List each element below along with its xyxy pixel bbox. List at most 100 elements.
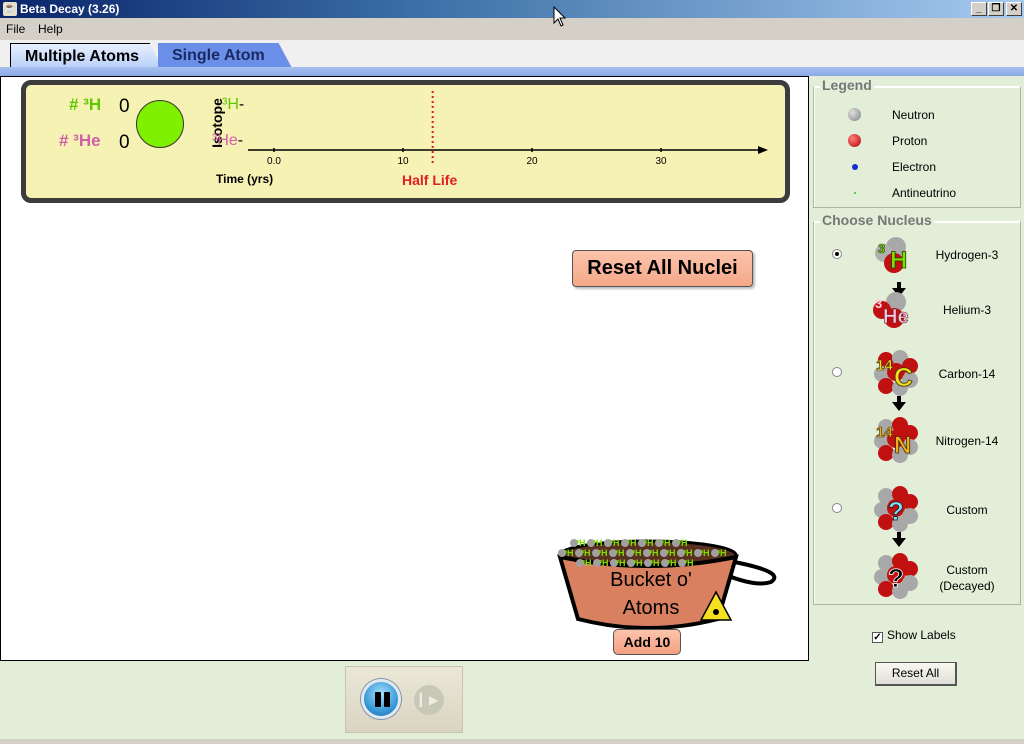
custom-decayed-nucleus-icon: ? <box>874 553 918 599</box>
nucleus-label-helium-3: Helium-3 <box>942 303 991 317</box>
reset-all-button[interactable]: Reset All <box>875 662 957 686</box>
choose-nucleus-group: Choose Nucleus 3 H Hydrogen-3 3 He Heliu… <box>813 212 1021 605</box>
step-forward-icon: ▎▶ <box>419 693 439 707</box>
bucket-atom-label: ³H <box>683 548 693 558</box>
bucket-atom-label: ³H <box>598 548 608 558</box>
nitrogen-14-nucleus-icon: 14 N <box>874 417 918 463</box>
svg-text:14: 14 <box>876 424 893 441</box>
control-panel: Legend Neutron Proton Electron Antineutr… <box>810 76 1024 741</box>
bucket-atom-label: ³H <box>700 548 710 558</box>
bucket-label: Bucket o' Atoms <box>591 566 711 622</box>
bucket-atom-label: ³H <box>593 538 603 548</box>
nucleus-label-custom-decayed: Custom (Decayed) <box>922 562 1012 594</box>
antineutrino-icon <box>854 192 856 194</box>
window-title-bar: ☕ Beta Decay (3.26) _ ❐ ✕ <box>0 0 1024 18</box>
pause-button[interactable] <box>361 679 401 719</box>
legend-title: Legend <box>820 77 874 93</box>
custom-nucleus-icon: ? <box>874 486 918 532</box>
neutron-icon <box>848 108 861 121</box>
legend-label: Neutron <box>892 108 935 122</box>
legend-item-electron: Electron <box>814 155 1024 179</box>
svg-text:He: He <box>883 306 909 328</box>
svg-text:N: N <box>894 432 911 459</box>
half-life-label: Half Life <box>402 172 458 188</box>
nucleus-label-custom: Custom <box>946 503 988 517</box>
nucleus-label-carbon-14: Carbon-14 <box>938 367 996 381</box>
restore-button[interactable]: ❐ <box>988 2 1004 16</box>
pause-icon <box>375 692 381 707</box>
svg-text:C: C <box>894 362 913 392</box>
bucket-atom-label: ³H <box>644 538 654 548</box>
nucleus-label-hydrogen-3: Hydrogen-3 <box>935 248 999 262</box>
hydrogen-3-nucleus-icon: 3 H <box>875 237 908 274</box>
svg-text:3: 3 <box>875 296 882 311</box>
radio-carbon-14[interactable] <box>832 367 842 377</box>
bucket-atom-label: ³H <box>661 538 671 548</box>
x-tick-label: 30 <box>655 156 667 167</box>
svg-text:3: 3 <box>878 241 885 256</box>
decay-arrow-icon <box>892 532 906 547</box>
add-10-button[interactable]: Add 10 <box>613 629 681 655</box>
bucket-atom-label: ³H <box>649 548 659 558</box>
x-tick-label: 10 <box>397 156 409 167</box>
pause-icon-bar <box>384 692 390 707</box>
play-area: # ³H 0 # ³He 0 Isotope ³H- ³He- 0.0 10 20 3… <box>0 76 809 661</box>
bucket-label-line1: Bucket o' <box>610 569 692 591</box>
bucket-atom-label: ³H <box>576 538 586 548</box>
clock-control-panel: ▎▶ <box>345 666 463 733</box>
tab-underline <box>0 67 1024 76</box>
bucket-atom-label: ³H <box>717 548 727 558</box>
radio-hydrogen-3[interactable] <box>832 249 842 259</box>
custom-decayed-line1: Custom <box>946 563 988 577</box>
svg-text:14: 14 <box>876 357 893 374</box>
svg-text:H: H <box>890 247 907 274</box>
x-tick-label: 0.0 <box>267 156 281 167</box>
step-forward-button[interactable]: ▎▶ <box>414 685 444 715</box>
window-bottom-border <box>0 739 1024 744</box>
bucket-label-line2: Atoms <box>622 597 680 619</box>
bucket-atom-label: ³H <box>678 538 688 548</box>
tab-multiple-atoms[interactable]: Multiple Atoms <box>10 43 162 68</box>
bucket-atom-label: ³H <box>610 538 620 548</box>
menu-file[interactable]: File <box>6 22 25 36</box>
show-labels-checkbox[interactable]: ✓ Show Labels <box>872 628 956 643</box>
reset-all-nuclei-button[interactable]: Reset All Nuclei <box>572 250 753 287</box>
nucleus-label-nitrogen-14: Nitrogen-14 <box>935 434 999 448</box>
custom-decayed-line2: (Decayed) <box>939 579 995 593</box>
tab-single-atom[interactable]: Single Atom <box>158 43 292 68</box>
legend-label: Electron <box>892 160 937 174</box>
tab-bar: Multiple Atoms Single Atom PhET <box>0 40 1024 107</box>
helium-3-nucleus-icon: 3 He <box>873 292 909 328</box>
mouse-cursor-icon <box>553 6 567 27</box>
menu-help[interactable]: Help <box>38 22 63 36</box>
window-title: Beta Decay (3.26) <box>20 2 120 16</box>
legend-group: Legend Neutron Proton Electron Antineutr… <box>813 77 1024 208</box>
decay-chart-panel: # ³H 0 # ³He 0 Isotope ³H- ³He- 0.0 10 20 3… <box>21 80 790 203</box>
java-cup-icon: ☕ <box>3 2 17 16</box>
svg-text:?: ? <box>888 496 904 526</box>
x-tick-label: 20 <box>526 156 538 167</box>
legend-item-antineutrino: Antineutrino <box>814 181 1024 205</box>
time-axis-arrowhead <box>758 146 768 154</box>
bucket-atom-label: ³H <box>581 548 591 558</box>
carbon-14-nucleus-icon: 14 C <box>874 350 918 396</box>
electron-icon <box>852 164 858 170</box>
minimize-button[interactable]: _ <box>971 2 987 16</box>
legend-item-neutron: Neutron <box>814 103 1024 127</box>
legend-item-proton: Proton <box>814 129 1024 153</box>
bucket-atom-label: ³H <box>564 548 574 558</box>
bucket-atom-label: ³H <box>666 548 676 558</box>
legend-label: Antineutrino <box>892 186 957 200</box>
legend-label: Proton <box>892 134 928 148</box>
checkbox-check-icon[interactable]: ✓ <box>872 632 883 643</box>
show-labels-label: Show Labels <box>887 628 956 642</box>
time-axis-label: Time (yrs) <box>216 172 274 186</box>
bucket-atom-label: ³H <box>627 538 637 548</box>
bucket-atom-label: ³H <box>615 548 625 558</box>
svg-text:?: ? <box>888 563 904 593</box>
proton-icon <box>848 134 861 147</box>
radio-custom[interactable] <box>832 503 842 513</box>
decay-arrow-icon <box>892 396 906 411</box>
bucket-atom-label: ³H <box>632 548 642 558</box>
close-button[interactable]: ✕ <box>1006 2 1022 16</box>
